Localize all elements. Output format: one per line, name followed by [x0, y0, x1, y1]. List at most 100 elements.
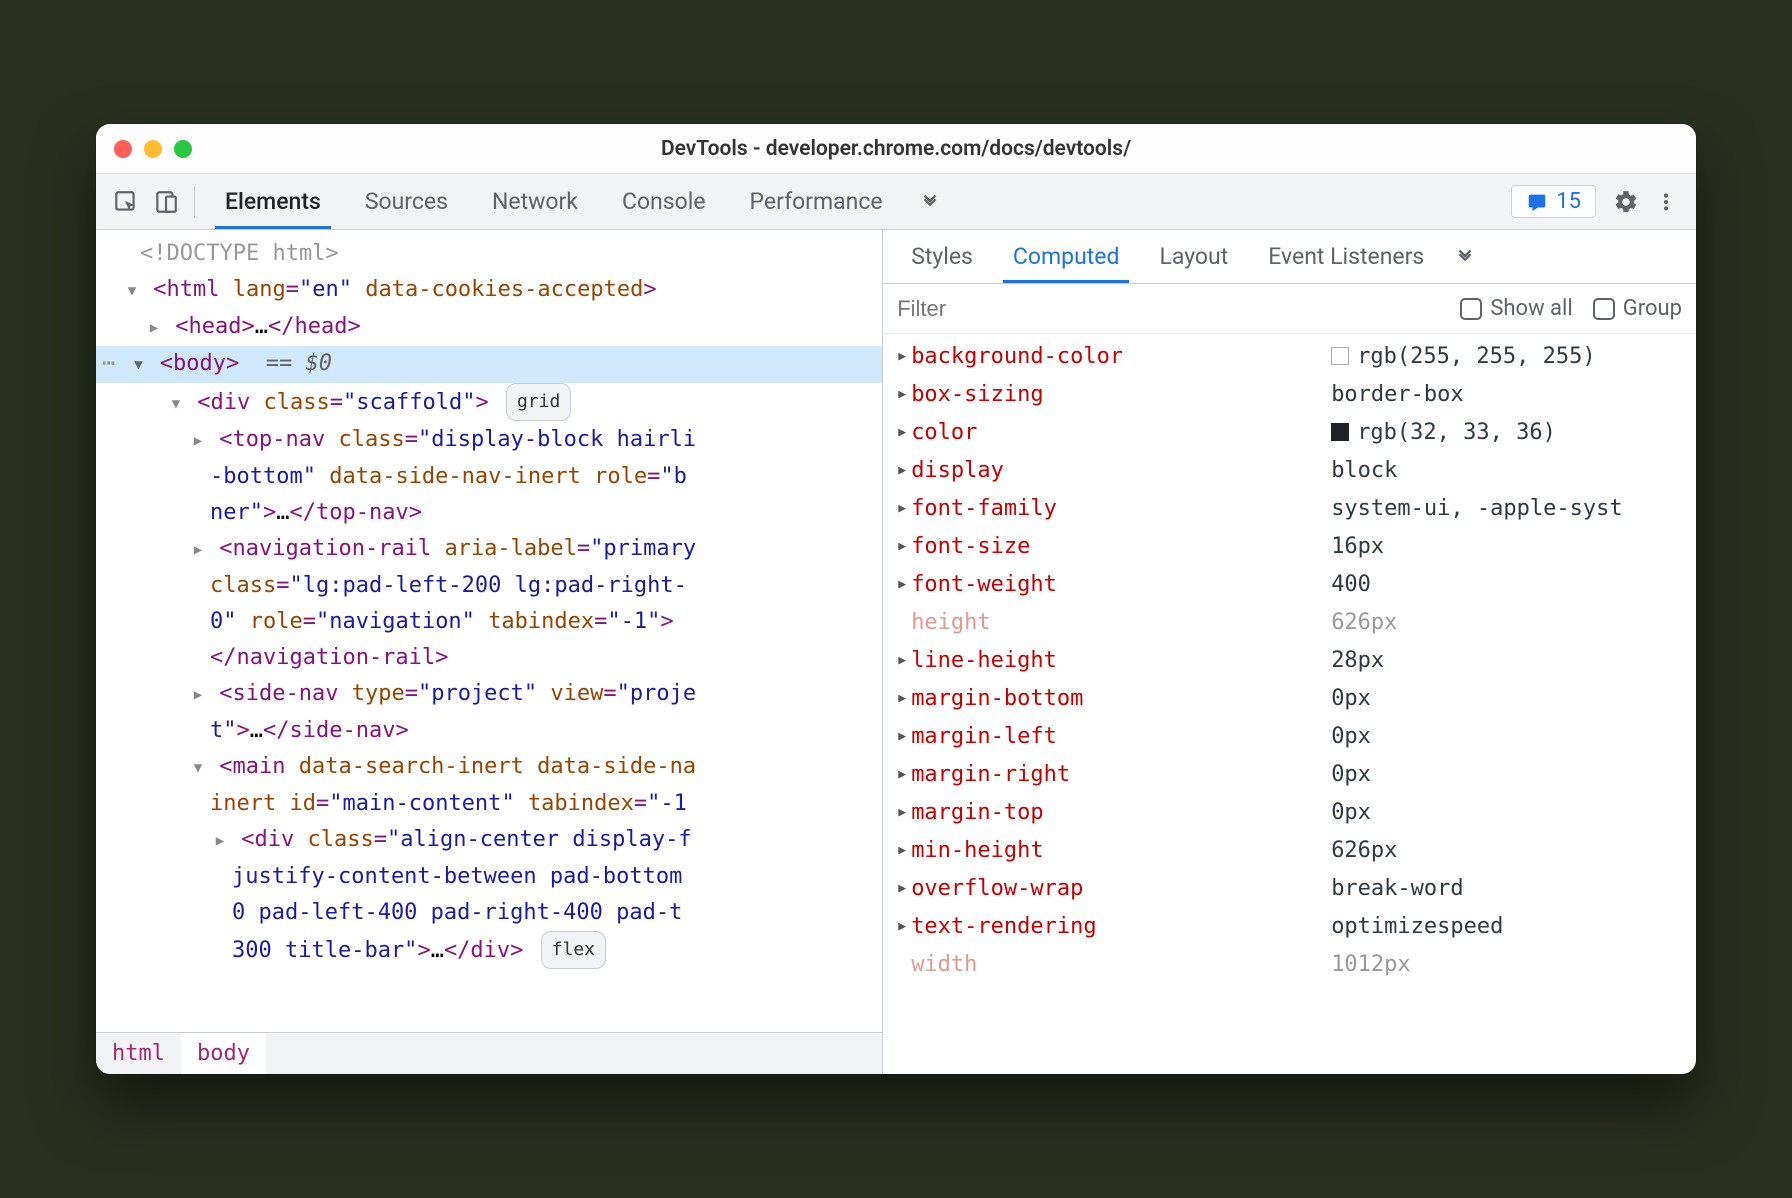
computed-property-row[interactable]: ▶box-sizingborder-box: [883, 376, 1696, 414]
property-name: margin-left: [911, 718, 1331, 756]
dom-node-head[interactable]: ▶ <head>…</head>: [96, 309, 882, 346]
chevron-right-icon[interactable]: ▶: [146, 310, 162, 346]
chevron-down-icon[interactable]: ▼: [124, 273, 140, 309]
chevron-right-icon[interactable]: ▶: [893, 680, 911, 718]
sidebar-tabs: Styles Computed Layout Event Listeners: [883, 230, 1696, 284]
color-swatch-icon[interactable]: [1331, 347, 1349, 365]
window-controls: [114, 140, 192, 158]
property-name: box-sizing: [911, 376, 1331, 414]
chevron-right-icon[interactable]: ▶: [190, 532, 206, 568]
layout-badge-grid[interactable]: grid: [506, 383, 571, 421]
tab-network[interactable]: Network: [470, 174, 600, 229]
chevron-right-icon[interactable]: ▶: [893, 376, 911, 414]
subtab-styles[interactable]: Styles: [891, 230, 993, 283]
computed-property-row[interactable]: ▶margin-bottom0px: [883, 680, 1696, 718]
property-value: optimizespeed: [1331, 908, 1503, 946]
dom-tree[interactable]: <!DOCTYPE html> ▼ <html lang="en" data-c…: [96, 230, 882, 1032]
chevron-right-icon[interactable]: [893, 604, 911, 642]
breadcrumbs: html body: [96, 1032, 882, 1074]
show-all-checkbox[interactable]: Show all: [1460, 296, 1572, 321]
chevron-right-icon[interactable]: ▶: [893, 756, 911, 794]
chevron-right-icon[interactable]: ▶: [893, 832, 911, 870]
filter-input[interactable]: [897, 296, 1440, 322]
chevron-right-icon[interactable]: ▶: [893, 794, 911, 832]
dom-node-side-nav[interactable]: ▶ <side-nav type="project" view="proje t…: [96, 676, 882, 749]
computed-property-row[interactable]: ▶displayblock: [883, 452, 1696, 490]
minimize-window-button[interactable]: [144, 140, 162, 158]
property-name: color: [911, 414, 1331, 452]
more-subtabs-icon[interactable]: [1444, 230, 1486, 283]
chevron-right-icon[interactable]: ▶: [212, 823, 228, 859]
computed-property-row[interactable]: ▶overflow-wrapbreak-word: [883, 870, 1696, 908]
computed-properties[interactable]: ▶background-colorrgb(255, 255, 255)▶box-…: [883, 334, 1696, 1074]
computed-property-row[interactable]: ▶min-height626px: [883, 832, 1696, 870]
dom-node-doctype[interactable]: <!DOCTYPE html>: [96, 236, 882, 272]
property-name: margin-right: [911, 756, 1331, 794]
chevron-right-icon[interactable]: ▶: [893, 528, 911, 566]
chevron-right-icon[interactable]: ▶: [893, 490, 911, 528]
chevron-right-icon[interactable]: ▶: [893, 870, 911, 908]
styles-panel: Styles Computed Layout Event Listeners S…: [883, 230, 1696, 1074]
chevron-right-icon[interactable]: ▶: [893, 642, 911, 680]
issues-button[interactable]: 15: [1511, 185, 1596, 218]
chevron-right-icon[interactable]: ▶: [893, 414, 911, 452]
kebab-menu-icon[interactable]: [1646, 182, 1686, 222]
dom-node-top-nav[interactable]: ▶ <top-nav class="display-block hairli -…: [96, 422, 882, 531]
property-value: 0px: [1331, 794, 1371, 832]
dom-node-main[interactable]: ▼ <main data-search-inert data-side-na i…: [96, 749, 882, 822]
chevron-down-icon[interactable]: ▼: [131, 347, 147, 383]
computed-property-row[interactable]: ▶font-familysystem-ui, -apple-syst: [883, 490, 1696, 528]
computed-property-row[interactable]: ▶text-renderingoptimizespeed: [883, 908, 1696, 946]
chevron-right-icon[interactable]: ▶: [893, 566, 911, 604]
ellipsis-icon[interactable]: ⋯: [96, 351, 117, 376]
breadcrumb-html[interactable]: html: [96, 1033, 181, 1074]
layout-badge-flex[interactable]: flex: [541, 931, 606, 969]
computed-property-row[interactable]: ▶font-size16px: [883, 528, 1696, 566]
computed-property-row[interactable]: ▶margin-top0px: [883, 794, 1696, 832]
chevron-right-icon[interactable]: ▶: [893, 452, 911, 490]
window-title: DevTools - developer.chrome.com/docs/dev…: [96, 137, 1696, 161]
maximize-window-button[interactable]: [174, 140, 192, 158]
computed-property-row[interactable]: ▶margin-right0px: [883, 756, 1696, 794]
chevron-right-icon[interactable]: ▶: [190, 677, 206, 713]
tab-sources[interactable]: Sources: [343, 174, 470, 229]
subtab-layout[interactable]: Layout: [1139, 230, 1248, 283]
dom-node-div-scaffold[interactable]: ▼ <div class="scaffold"> grid: [96, 383, 882, 422]
device-toolbar-icon[interactable]: [146, 182, 186, 222]
dom-node-html[interactable]: ▼ <html lang="en" data-cookies-accepted>: [96, 272, 882, 309]
subtab-event-listeners[interactable]: Event Listeners: [1248, 230, 1444, 283]
close-window-button[interactable]: [114, 140, 132, 158]
computed-property-row[interactable]: ▶font-weight400: [883, 566, 1696, 604]
chevron-right-icon[interactable]: ▶: [893, 718, 911, 756]
computed-property-row[interactable]: width1012px: [883, 946, 1696, 984]
chevron-right-icon[interactable]: [893, 946, 911, 984]
more-tabs-icon[interactable]: [905, 174, 955, 229]
computed-property-row[interactable]: ▶margin-left0px: [883, 718, 1696, 756]
chevron-down-icon[interactable]: ▼: [168, 386, 184, 422]
property-value: 626px: [1331, 604, 1397, 642]
subtab-computed[interactable]: Computed: [993, 230, 1140, 283]
computed-property-row[interactable]: ▶colorrgb(32, 33, 36): [883, 414, 1696, 452]
settings-gear-icon[interactable]: [1606, 182, 1646, 222]
chevron-right-icon[interactable]: ▶: [893, 908, 911, 946]
computed-property-row[interactable]: ▶line-height28px: [883, 642, 1696, 680]
computed-property-row[interactable]: height626px: [883, 604, 1696, 642]
chevron-right-icon[interactable]: ▶: [893, 338, 911, 376]
color-swatch-icon[interactable]: [1331, 423, 1349, 441]
property-name: font-family: [911, 490, 1331, 528]
dom-node-body-selected[interactable]: ⋯ ▼ <body> == $0: [96, 346, 882, 383]
inspect-element-icon[interactable]: [106, 182, 146, 222]
main-tabs: Elements Sources Network Console Perform…: [203, 174, 955, 229]
tab-elements[interactable]: Elements: [203, 174, 343, 229]
dom-node-navigation-rail[interactable]: ▶ <navigation-rail aria-label="primary c…: [96, 531, 882, 676]
property-value: 28px: [1331, 642, 1384, 680]
chevron-down-icon[interactable]: ▼: [190, 750, 206, 786]
chevron-right-icon[interactable]: ▶: [190, 423, 206, 459]
checkbox-icon: [1460, 298, 1482, 320]
breadcrumb-body[interactable]: body: [181, 1033, 266, 1074]
tab-performance[interactable]: Performance: [728, 174, 905, 229]
computed-property-row[interactable]: ▶background-colorrgb(255, 255, 255): [883, 338, 1696, 376]
tab-console[interactable]: Console: [600, 174, 728, 229]
dom-node-div-titlebar[interactable]: ▶ <div class="align-center display-f jus…: [96, 822, 882, 969]
group-checkbox[interactable]: Group: [1593, 296, 1682, 321]
